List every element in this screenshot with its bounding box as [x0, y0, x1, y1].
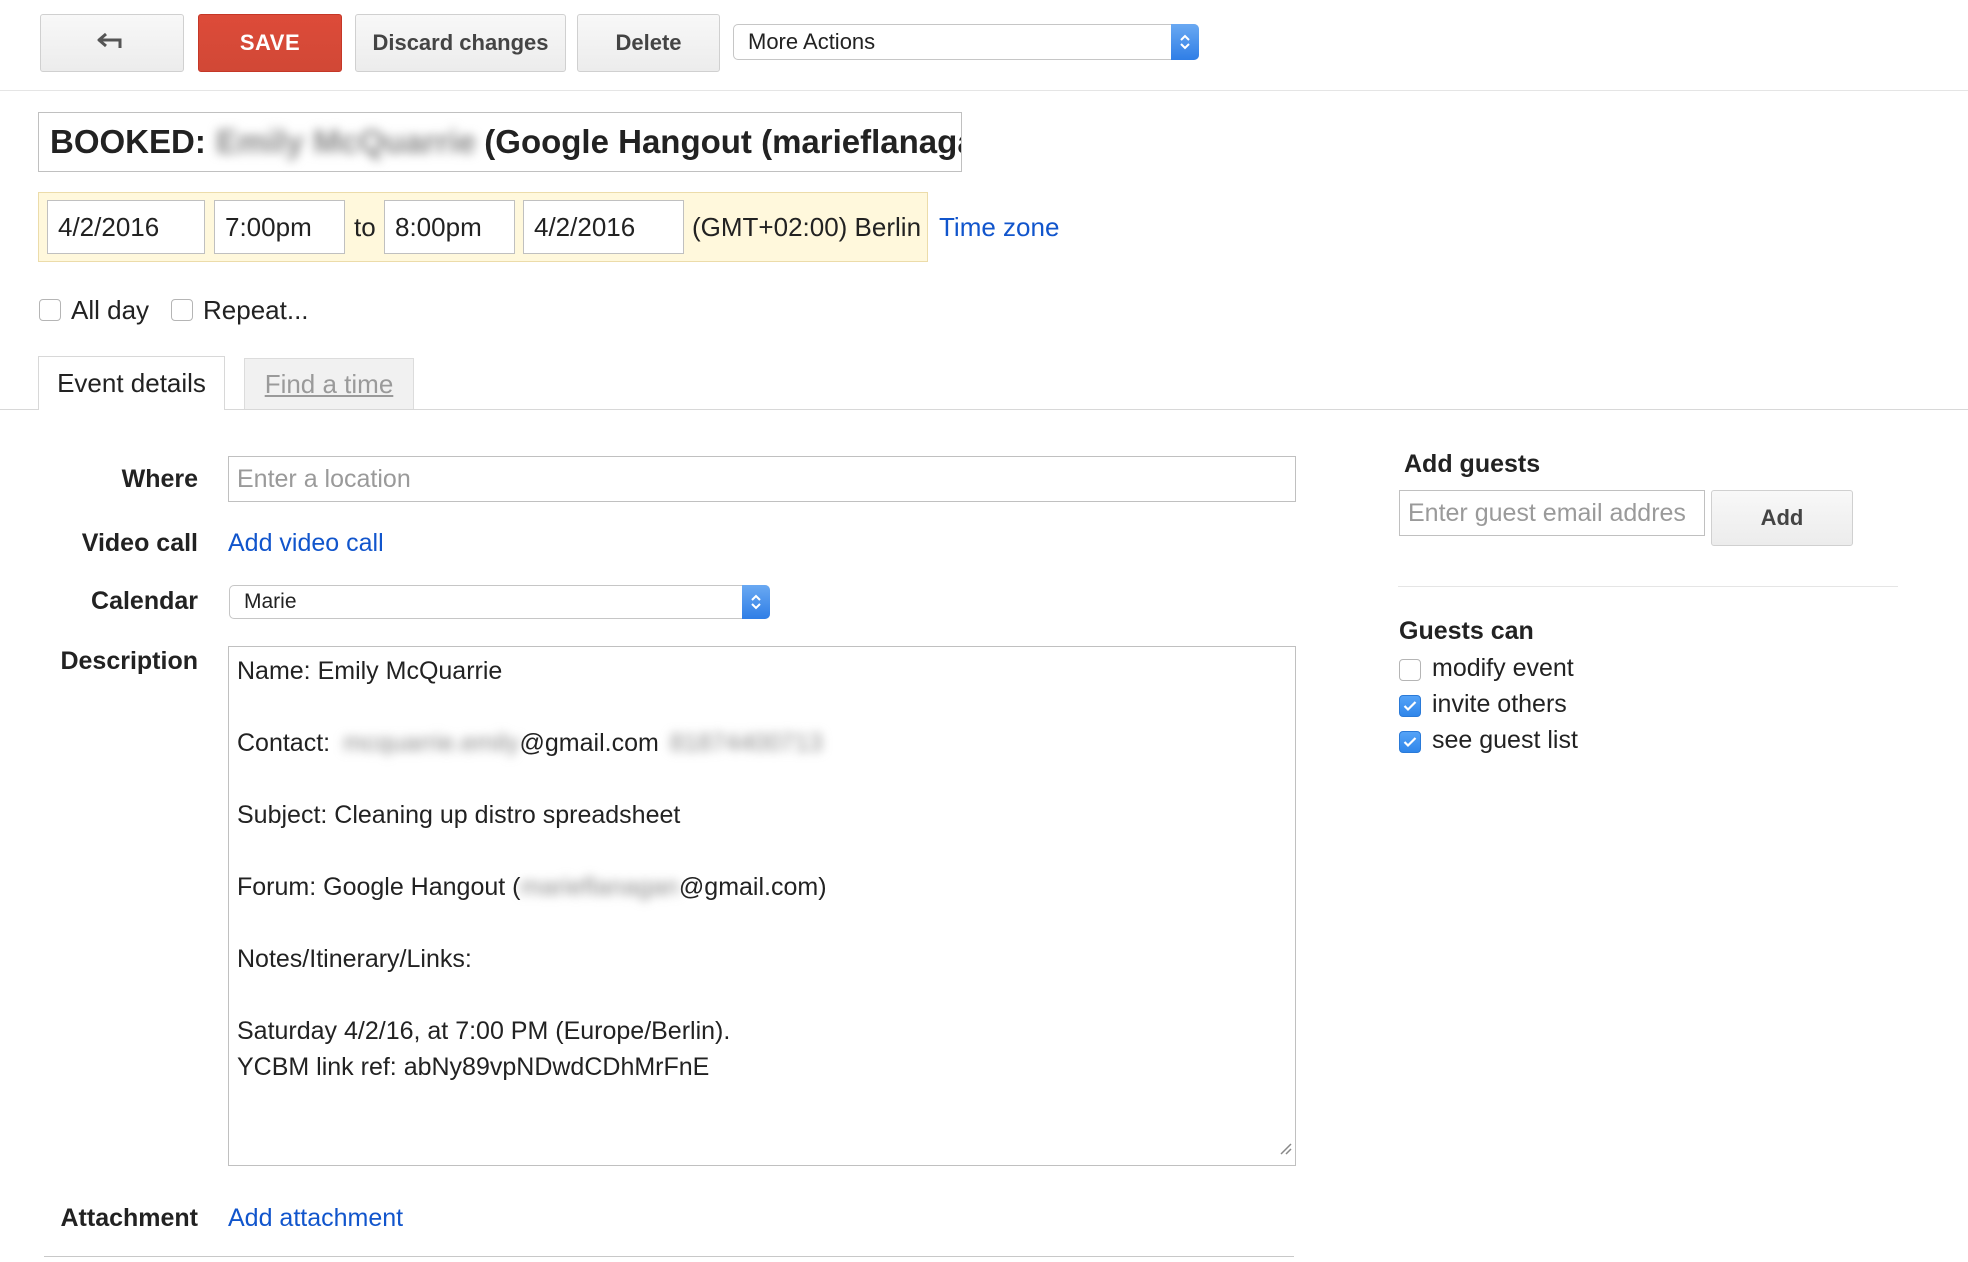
desc-contact-suffix: @gmail.com: [519, 729, 659, 757]
add-guests-heading: Add guests: [1404, 450, 1541, 478]
end-time-field[interactable]: 8:00pm: [384, 200, 515, 254]
timezone-label: (GMT+02:00) Berlin: [692, 212, 922, 242]
resize-handle-icon[interactable]: [1278, 1133, 1292, 1162]
description-label: Description: [60, 647, 198, 675]
checkmark-icon: [1403, 737, 1417, 748]
description-textarea[interactable]: Name: Emily McQuarrie Contact: mcquarrie…: [228, 646, 1296, 1166]
time-zone-link[interactable]: Time zone: [939, 212, 1059, 243]
end-date-field[interactable]: 4/2/2016: [523, 200, 684, 254]
title-redacted-name: Emily McQuarrie: [215, 123, 477, 160]
bottom-divider: [44, 1256, 1294, 1257]
where-label: Where: [121, 465, 198, 493]
add-attachment-link[interactable]: Add attachment: [228, 1204, 403, 1233]
calendar-label: Calendar: [91, 587, 198, 615]
repeat-label: Repeat...: [203, 295, 309, 325]
desc-subject-line: Subject: Cleaning up distro spreadsheet: [237, 801, 681, 829]
add-guest-button[interactable]: Add: [1711, 490, 1853, 546]
video-call-label: Video call: [81, 529, 198, 557]
invite-others-label: invite others: [1432, 690, 1567, 718]
desc-forum-suffix: @gmail.com): [678, 873, 827, 901]
desc-forum-redacted: marieflanagan: [520, 873, 679, 901]
tabs-divider: [0, 409, 1968, 410]
see-guest-list-label: see guest list: [1432, 726, 1578, 754]
dropdown-arrows-icon: [742, 585, 770, 619]
tab-event-details[interactable]: Event details: [38, 356, 225, 410]
add-video-call-link[interactable]: Add video call: [228, 529, 384, 558]
desc-contact-prefix: Contact:: [237, 729, 331, 757]
delete-button[interactable]: Delete: [577, 14, 720, 72]
where-input[interactable]: [228, 456, 1296, 502]
event-title-field[interactable]: BOOKED: Emily McQuarrie (Google Hangout …: [38, 112, 962, 172]
checkmark-icon: [1403, 701, 1417, 712]
save-button[interactable]: SAVE: [198, 14, 342, 72]
start-time-field[interactable]: 7:00pm: [214, 200, 345, 254]
modify-event-checkbox[interactable]: [1399, 659, 1421, 681]
invite-others-checkbox[interactable]: [1399, 695, 1421, 717]
modify-event-label: modify event: [1432, 654, 1574, 682]
desc-notes-line: Notes/Itinerary/Links:: [237, 945, 472, 973]
desc-name-line: Name: Emily McQuarrie: [237, 657, 503, 685]
tab-find-a-time[interactable]: Find a time: [244, 358, 414, 410]
calendar-value: Marie: [244, 590, 297, 613]
toolbar-divider: [0, 90, 1968, 91]
desc-contact-line: Contact: mcquarrie.emily@gmail.com 81874…: [237, 729, 823, 758]
all-day-checkbox[interactable]: [39, 299, 61, 321]
desc-schedule-line: Saturday 4/2/16, at 7:00 PM (Europe/Berl…: [237, 1017, 731, 1045]
desc-forum-prefix: Forum: Google Hangout (: [237, 873, 521, 901]
attachment-label: Attachment: [60, 1204, 198, 1232]
all-day-label: All day: [71, 295, 150, 325]
calendar-select[interactable]: Marie: [229, 585, 770, 619]
desc-contact-phone-redacted: 81874400713: [669, 729, 823, 757]
title-prefix: BOOKED:: [50, 123, 206, 160]
to-label: to: [354, 212, 376, 242]
title-suffix: (Google Hangout (marieflanaga: [484, 123, 962, 160]
see-guest-list-checkbox[interactable]: [1399, 731, 1421, 753]
dropdown-arrows-icon: [1171, 24, 1199, 60]
more-actions-dropdown[interactable]: More Actions: [733, 24, 1199, 60]
discard-changes-button[interactable]: Discard changes: [355, 14, 566, 72]
guest-email-input[interactable]: [1399, 490, 1705, 536]
repeat-checkbox[interactable]: [171, 299, 193, 321]
guests-divider: [1398, 586, 1898, 587]
start-date-field[interactable]: 4/2/2016: [47, 200, 205, 254]
guests-can-heading: Guests can: [1399, 617, 1534, 645]
desc-ref-line: YCBM link ref: abNy89vpNDwdCDhMrFnE: [237, 1053, 710, 1081]
back-button[interactable]: [40, 14, 184, 72]
desc-forum-line: Forum: Google Hangout (marieflanagan@gma…: [237, 873, 827, 902]
more-actions-label: More Actions: [748, 29, 876, 54]
desc-contact-redacted: mcquarrie.emily: [343, 729, 520, 757]
back-arrow-icon: [96, 30, 128, 56]
